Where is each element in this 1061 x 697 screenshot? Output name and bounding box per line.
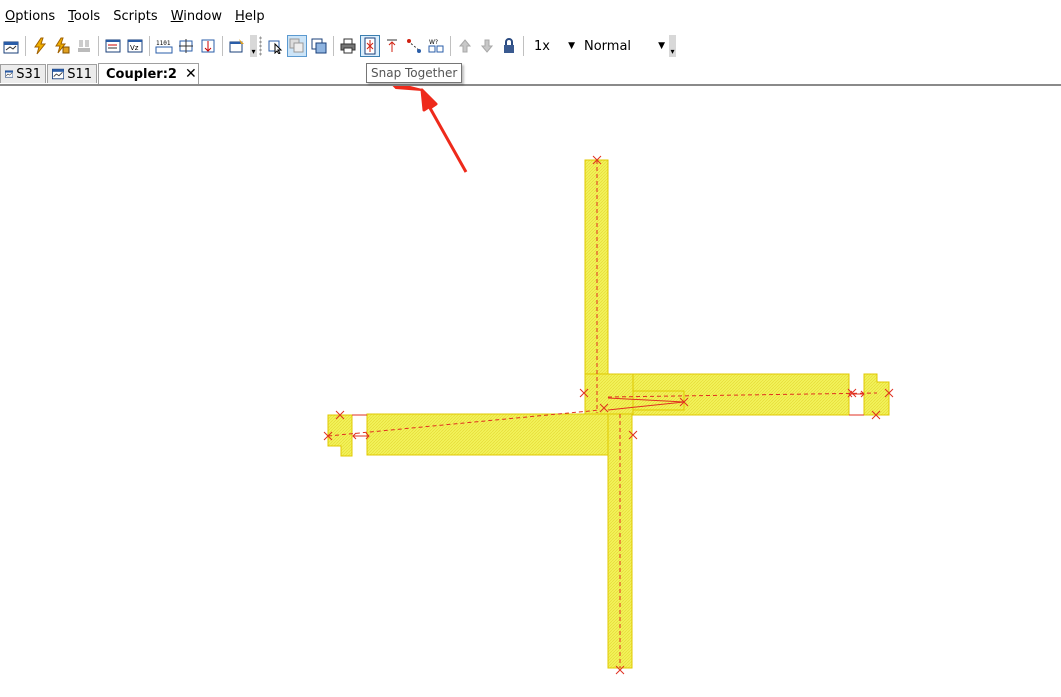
toolbar-separator	[149, 36, 150, 56]
snap-together-tooltip: Snap Together	[366, 63, 462, 83]
stop-simulation-icon[interactable]	[74, 35, 94, 57]
svg-text:W?: W?	[429, 39, 438, 46]
toolbar-separator	[523, 36, 524, 56]
layout-horizontal-right-line[interactable]	[607, 373, 850, 416]
connect-nodes-icon[interactable]	[404, 35, 424, 57]
layout-horizontal-left-line[interactable]	[366, 413, 609, 456]
import-layout-icon[interactable]	[198, 35, 218, 57]
toolbar-separator	[450, 36, 451, 56]
tab-s31[interactable]: S31	[0, 64, 46, 83]
tab-s11[interactable]: S11	[47, 64, 97, 83]
layout-right-port-pad[interactable]	[863, 373, 890, 416]
mode-select[interactable]: Normal ▼	[581, 36, 667, 56]
snap-together-icon[interactable]	[360, 35, 380, 57]
simulate-lightning-icon[interactable]	[30, 35, 50, 57]
toolbar: Vz 1101 ▾ W? 1x ▼ Normal ▼ ▾	[0, 33, 1061, 59]
layout-window-icon[interactable]	[1, 35, 21, 57]
overlap-view-icon[interactable]	[309, 35, 329, 57]
svg-text:Vz: Vz	[130, 44, 139, 52]
menu-tools[interactable]: Tools	[63, 9, 106, 24]
toolbar-separator	[25, 36, 26, 56]
variables-equations-icon[interactable]: Vz	[125, 35, 145, 57]
menu-options[interactable]: Options	[0, 9, 61, 24]
simulate-job-icon[interactable]	[52, 35, 72, 57]
svg-text:1101: 1101	[156, 40, 171, 47]
lock-icon[interactable]	[499, 35, 519, 57]
annotation-arrow	[392, 86, 468, 173]
menu-help[interactable]: Help	[230, 9, 271, 24]
generate-layout-icon[interactable]	[227, 35, 247, 57]
chevron-down-icon: ▼	[568, 41, 575, 51]
toolbar-grip[interactable]	[259, 36, 262, 56]
port-arrow-icon	[848, 390, 865, 398]
component-list-icon[interactable]	[103, 35, 123, 57]
pop-down-arrow-icon[interactable]	[477, 35, 497, 57]
close-tab-icon[interactable]: ✕	[185, 66, 197, 82]
move-to-top-icon[interactable]	[382, 35, 402, 57]
layer-view-icon[interactable]	[287, 35, 307, 57]
data-display-icon	[5, 70, 14, 78]
chevron-down-icon: ▼	[658, 41, 665, 51]
which-pin-icon[interactable]: W?	[426, 35, 446, 57]
push-up-arrow-icon[interactable]	[455, 35, 475, 57]
data-display-icon	[52, 68, 65, 80]
toolbar-separator	[222, 36, 223, 56]
menu-scripts[interactable]: Scripts	[108, 9, 163, 24]
menu-bar: Options Tools Scripts Window Help	[0, 0, 1061, 33]
toolbar-separator	[98, 36, 99, 56]
layout-canvas[interactable]	[0, 86, 1061, 697]
tab-coupler-2[interactable]: Coupler:2 ✕	[98, 63, 199, 84]
select-item-icon[interactable]	[265, 35, 285, 57]
binary-data-icon[interactable]: 1101	[154, 35, 174, 57]
zoom-select[interactable]: 1x ▼	[531, 36, 577, 56]
menu-window[interactable]: Window	[166, 9, 228, 24]
toolbar-overflow-chevron-icon[interactable]: ▾	[250, 35, 257, 57]
print-icon[interactable]	[338, 35, 358, 57]
toolbar-separator	[333, 36, 334, 56]
port-arrows-icon[interactable]	[176, 35, 196, 57]
document-tab-strip: S31 S11 Coupler:2 ✕	[0, 62, 1061, 86]
port-arrow-icon	[352, 432, 370, 440]
toolbar-overflow-chevron-icon[interactable]: ▾	[669, 35, 676, 57]
